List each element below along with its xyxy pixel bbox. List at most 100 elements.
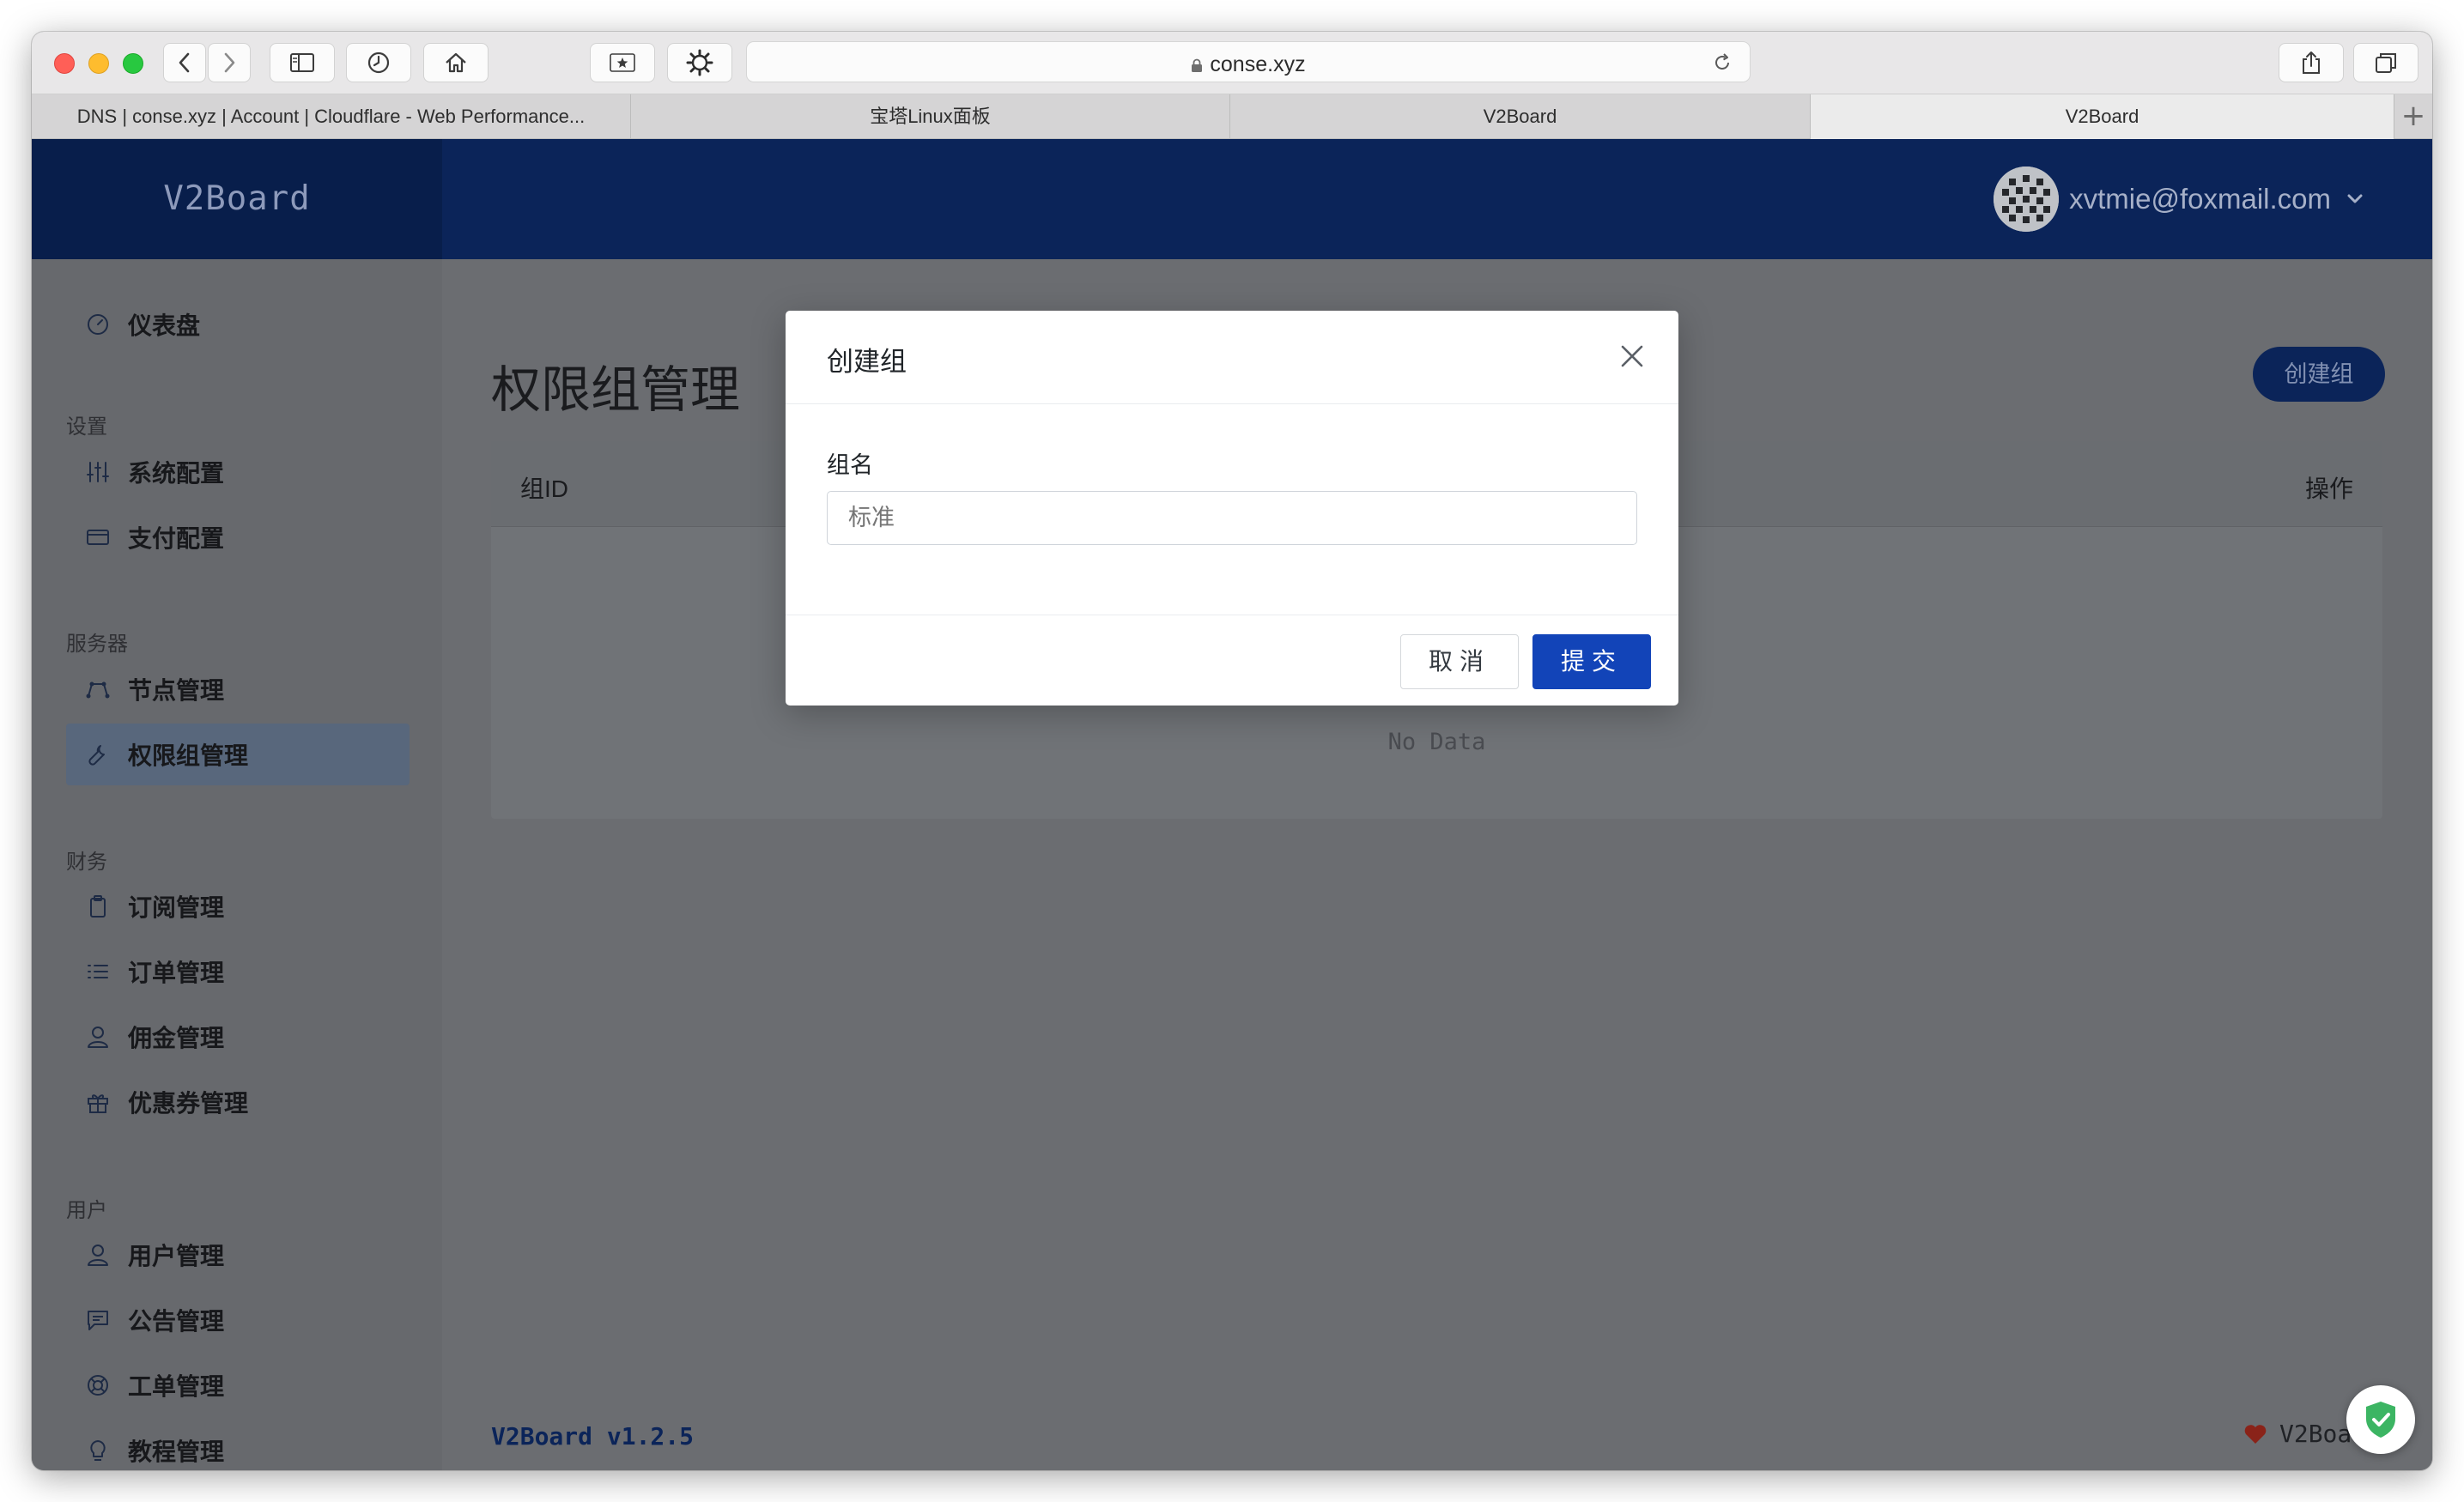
sidebar-item-system-config[interactable]: 系统配置 <box>66 441 410 503</box>
node-icon <box>85 676 111 702</box>
close-icon[interactable] <box>1618 342 1646 370</box>
dialog-header: 创建组 <box>786 311 1678 404</box>
sidebar: 仪表盘 设置 系统配置 支付配置 服务器 节点管理 权限组管理 财务 订阅管理 … <box>32 259 442 1470</box>
reload-icon[interactable] <box>1712 52 1733 73</box>
address-bar[interactable]: conse.xyz <box>746 41 1751 82</box>
browser-tab-v2board-1[interactable]: V2Board <box>1230 94 1811 139</box>
bulb-icon <box>85 1438 111 1463</box>
page-title: 权限组管理 <box>491 362 741 418</box>
sidebar-section-title: 设置 <box>66 415 107 439</box>
dialog-title: 创建组 <box>827 347 907 377</box>
minimize-window-button[interactable] <box>88 53 109 74</box>
home-button[interactable] <box>423 43 489 82</box>
browser-tab-v2board-2[interactable]: V2Board <box>1811 94 2394 139</box>
sidebar-section-title: 服务器 <box>66 633 128 656</box>
avatar <box>1994 167 2060 232</box>
brand-logo[interactable]: V2Board <box>32 139 442 259</box>
share-icon <box>2303 51 2320 74</box>
tab-overview-button[interactable] <box>2353 43 2418 82</box>
wrench-icon <box>85 742 111 767</box>
sidebar-icon <box>290 53 314 72</box>
chevron-left-icon <box>179 52 190 73</box>
browser-tab-bt-panel[interactable]: 宝塔Linux面板 <box>631 94 1230 139</box>
column-header-id[interactable]: 组ID <box>520 470 568 505</box>
empty-state: No Data <box>1387 729 1486 755</box>
tab-label: V2Board <box>2065 106 2139 127</box>
home-icon <box>446 52 466 73</box>
back-button[interactable] <box>163 43 206 82</box>
shield-check-icon <box>2366 1402 2395 1438</box>
gift-icon <box>85 1089 111 1115</box>
cancel-button[interactable]: 取消 <box>1400 634 1519 689</box>
sidebar-item-label: 公告管理 <box>128 1308 225 1335</box>
sliders-icon <box>85 459 111 485</box>
forward-button[interactable] <box>208 43 251 82</box>
clock-icon <box>367 51 390 74</box>
sidebar-item-users[interactable]: 用户管理 <box>66 1224 410 1286</box>
sidebar-item-subscriptions[interactable]: 订阅管理 <box>66 875 410 937</box>
gear-icon <box>686 49 713 76</box>
sidebar-item-label: 节点管理 <box>128 677 225 704</box>
sidebar-item-nodes[interactable]: 节点管理 <box>66 658 410 720</box>
chevron-down-icon <box>2347 194 2363 203</box>
group-name-label: 组名 <box>827 452 873 478</box>
version-label: V2Board v1.2.5 <box>491 1422 695 1451</box>
user-icon <box>85 1242 111 1268</box>
sidebar-section-title: 用户 <box>66 1199 107 1222</box>
list-icon <box>85 959 111 984</box>
submit-button[interactable]: 提交 <box>1532 634 1651 689</box>
bookmarks-button[interactable] <box>590 43 655 82</box>
user-menu[interactable]: xvtmie@foxmail.com <box>1994 167 2364 232</box>
sidebar-item-label: 系统配置 <box>128 460 225 487</box>
share-button[interactable] <box>2279 43 2344 82</box>
browser-toolbar: conse.xyz <box>32 32 2432 94</box>
sidebar-item-coupons[interactable]: 优惠券管理 <box>66 1071 410 1133</box>
support-icon <box>85 1372 111 1398</box>
new-tab-button[interactable]: + <box>2394 94 2432 139</box>
sidebar-item-payment-config[interactable]: 支付配置 <box>66 506 410 568</box>
tabs-icon <box>2376 53 2396 73</box>
group-name-input[interactable] <box>827 491 1637 545</box>
message-icon <box>85 1307 111 1333</box>
tab-label: 宝塔Linux面板 <box>870 106 991 127</box>
lock-icon <box>1192 58 1203 72</box>
browser-tab-cloudflare[interactable]: DNS | conse.xyz | Account | Cloudflare -… <box>32 94 631 139</box>
sidebar-item-label: 支付配置 <box>128 525 225 552</box>
sidebar-item-tutorials[interactable]: 教程管理 <box>66 1420 410 1470</box>
create-group-button[interactable]: 创建组 <box>2253 347 2385 402</box>
sidebar-item-label: 订阅管理 <box>128 894 225 921</box>
history-button[interactable] <box>346 43 411 82</box>
extension-button[interactable] <box>667 43 732 82</box>
url-text: conse.xyz <box>1210 52 1306 76</box>
user-email: xvtmie@foxmail.com <box>2069 183 2331 215</box>
sidebar-toggle-button[interactable] <box>270 43 335 82</box>
sidebar-item-announcements[interactable]: 公告管理 <box>66 1289 410 1351</box>
sidebar-item-label: 订单管理 <box>128 960 225 986</box>
sidebar-item-dashboard[interactable]: 仪表盘 <box>66 294 410 355</box>
sidebar-item-commission[interactable]: 佣金管理 <box>66 1006 410 1068</box>
sidebar-item-label: 权限组管理 <box>128 742 249 769</box>
browser-window: conse.xyz DNS | conse.xyz | Account | Cl… <box>32 32 2432 1470</box>
dialog-footer: 取消 提交 <box>786 615 1678 706</box>
security-shield-button[interactable] <box>2346 1385 2415 1454</box>
tab-label: DNS | conse.xyz | Account | Cloudflare -… <box>76 106 586 127</box>
dashboard-icon <box>85 312 111 337</box>
sidebar-item-orders[interactable]: 订单管理 <box>66 941 410 1002</box>
create-group-dialog: 创建组 组名 取消 提交 <box>786 311 1678 706</box>
user-icon <box>85 1024 111 1050</box>
sidebar-item-tickets[interactable]: 工单管理 <box>66 1354 410 1416</box>
zoom-window-button[interactable] <box>123 53 143 74</box>
column-header-actions: 操作 <box>2304 475 2353 502</box>
sidebar-item-label: 教程管理 <box>128 1438 225 1465</box>
browser-tab-strip: DNS | conse.xyz | Account | Cloudflare -… <box>32 94 2432 139</box>
sidebar-item-label: 工单管理 <box>128 1373 225 1400</box>
star-icon <box>610 53 635 72</box>
close-window-button[interactable] <box>54 53 75 74</box>
sidebar-item-label: 优惠券管理 <box>128 1090 249 1117</box>
sidebar-item-label: 仪表盘 <box>128 312 201 339</box>
sidebar-item-permission-groups[interactable]: 权限组管理 <box>66 724 410 785</box>
clipboard-icon <box>85 893 111 919</box>
tab-label: V2Board <box>1483 106 1557 127</box>
sidebar-item-label: 用户管理 <box>128 1243 225 1269</box>
app-header: V2Board xvtmie@foxmail.com <box>32 139 2432 259</box>
